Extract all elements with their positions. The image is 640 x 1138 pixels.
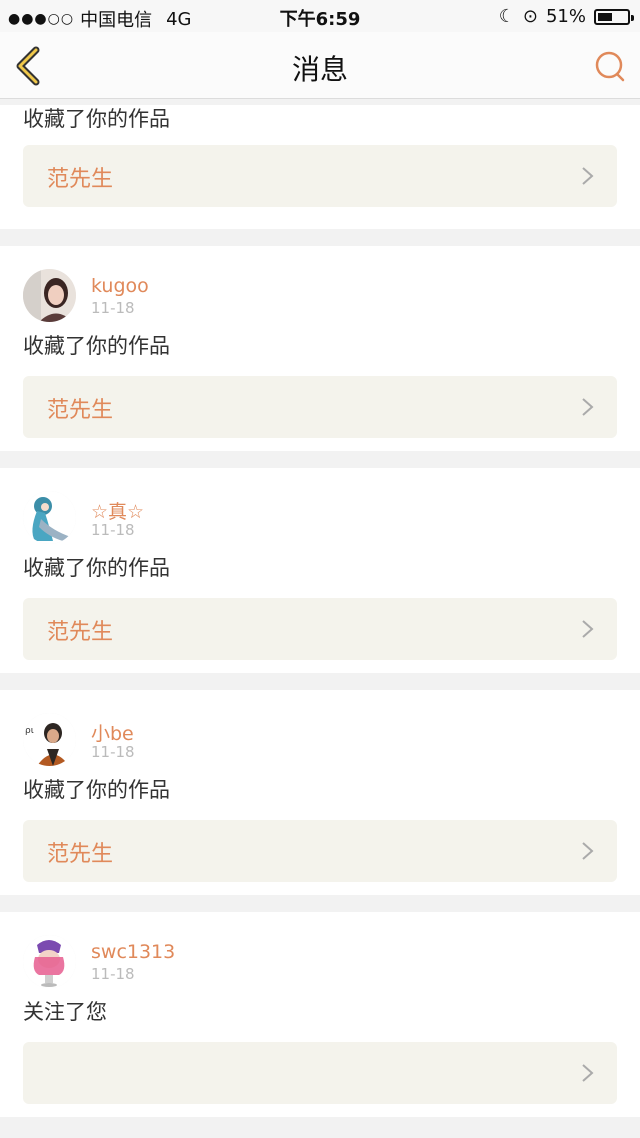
notification-card: swc1313 11-18 关注了您 [0,912,640,1117]
page-title: 消息 [291,53,348,86]
work-link[interactable]: 范先生 [23,145,617,207]
notification-action: 收藏了你的作品 [23,107,170,131]
notification-date: 11-18 [91,521,135,539]
avatar[interactable] [23,269,76,322]
avatar-anime-character-icon [23,491,76,544]
chevron-right-icon [582,398,594,416]
notification-date: 11-18 [91,299,135,317]
chevron-right-icon [582,620,594,638]
divider [0,1117,640,1134]
username[interactable]: kugoo [91,275,149,297]
status-right: ☾ ⊙ 51% [498,6,634,27]
battery-percent: 51% [545,6,586,27]
moon-icon: ☾ [498,6,515,27]
work-title: 范先生 [47,398,114,423]
avatar-cartoon-figure-icon [23,935,76,988]
work-title: 范先生 [47,842,114,867]
work-link[interactable]: 范先生 [23,376,617,438]
notification-action: 收藏了你的作品 [23,334,170,358]
work-title: 范先生 [47,167,114,192]
username[interactable]: swc1313 [91,941,175,963]
notification-card: kugoo 11-18 收藏了你的作品 范先生 [0,246,640,451]
notification-date: 11-18 [91,965,135,983]
notification-date: 11-18 [91,743,135,761]
divider [0,451,640,468]
divider [0,229,640,246]
chevron-right-icon [582,842,594,860]
notification-action: 收藏了你的作品 [23,778,170,802]
work-link[interactable]: 范先生 [23,820,617,882]
divider [0,895,640,912]
rotation-lock-icon: ⊙ [522,6,538,27]
chevron-right-icon [582,1064,594,1082]
work-link[interactable]: 范先生 [23,598,617,660]
notification-card: 收藏了你的作品 范先生 [0,105,640,229]
username[interactable]: ☆真☆ [91,497,144,524]
svg-text:ρι: ρι [25,726,34,736]
notification-action: 收藏了你的作品 [23,556,170,580]
search-icon [595,51,625,82]
avatar[interactable] [23,491,76,544]
avatar-girl-photo-icon [23,269,76,322]
status-bar: ●●●○○ 中国电信 4G 下午6:59 ☾ ⊙ 51% [0,0,640,32]
username[interactable]: 小be [91,719,134,746]
search-button[interactable] [594,50,626,82]
nav-bar: 消息 [0,32,640,99]
chevron-right-icon [582,167,594,185]
avatar[interactable] [23,935,76,988]
notification-card: ρι 小be 11-18 收藏了你的作品 范先生 [0,690,640,895]
notification-card: ☆真☆ 11-18 收藏了你的作品 范先生 [0,468,640,673]
avatar[interactable]: ρι [23,713,76,766]
notification-action: 关注了您 [23,1000,107,1024]
avatar-person-photo-icon: ρι [23,713,76,766]
work-title: 范先生 [47,620,114,645]
work-link[interactable] [23,1042,617,1104]
divider [0,673,640,690]
notification-list: 收藏了你的作品 范先生 kugoo 11-18 收藏了你的作品 范先生 ☆真☆ … [0,99,640,1134]
battery-icon [594,8,634,25]
